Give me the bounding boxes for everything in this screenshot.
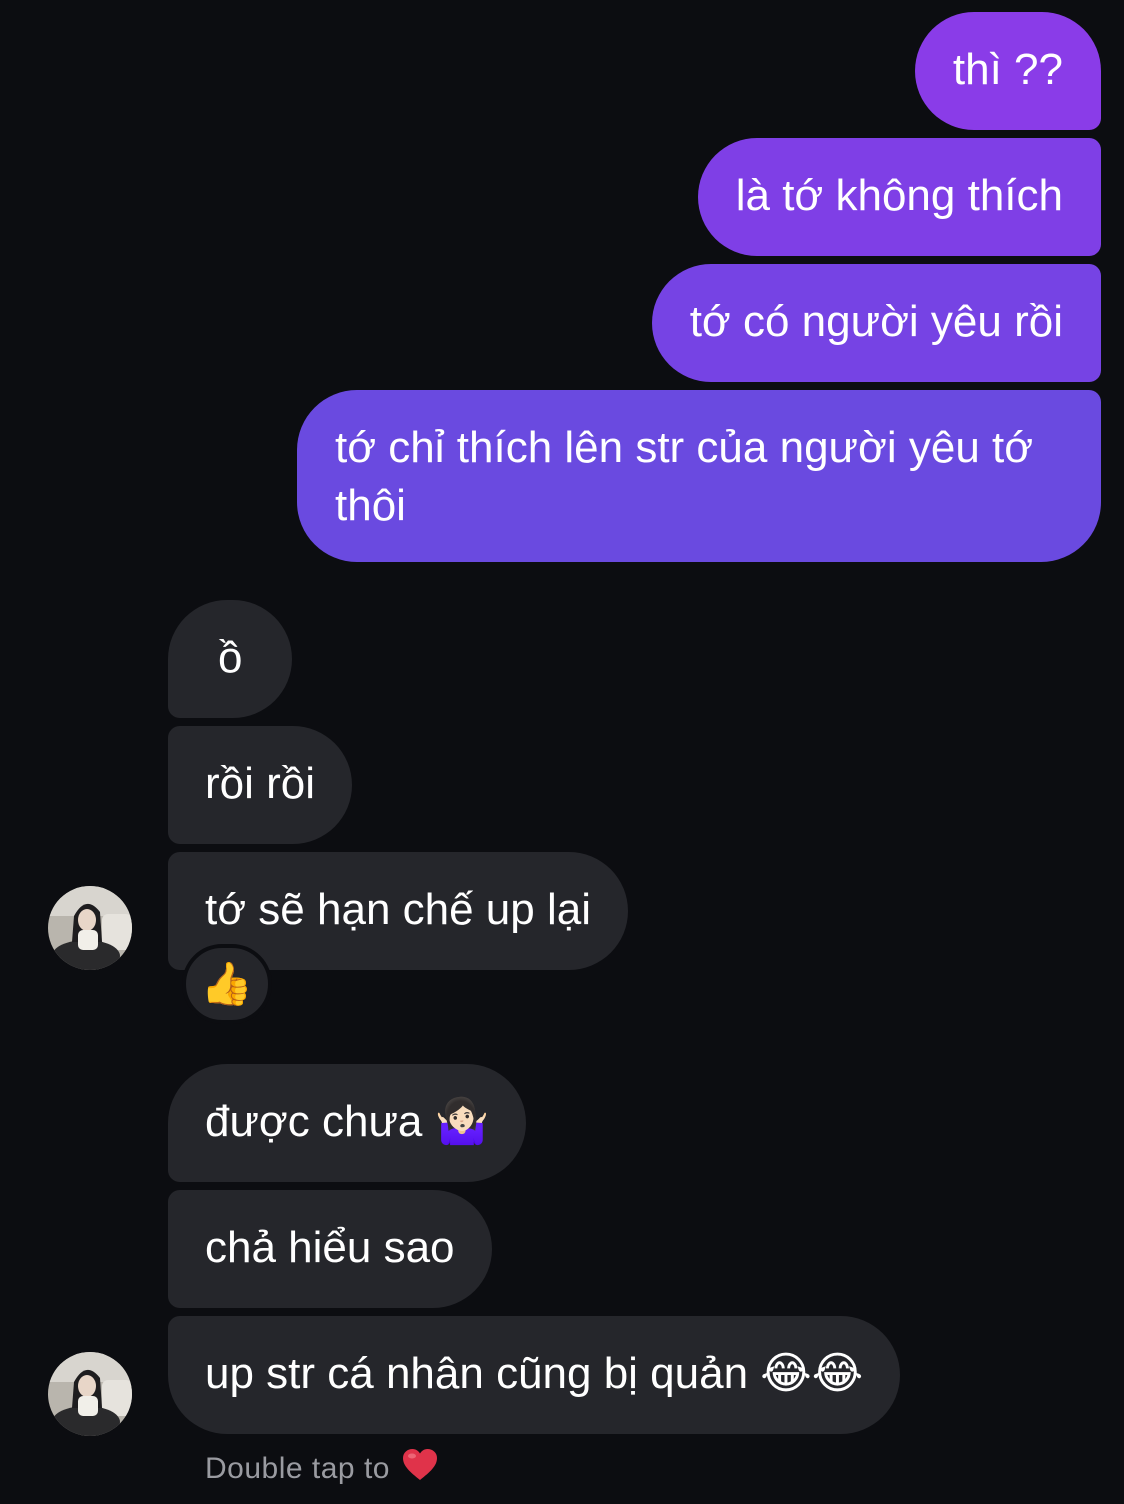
received-message-bubble[interactable]: up str cá nhân cũng bị quản 😂😂 [168,1316,901,1434]
message-text: tớ có người yêu rồi [689,297,1063,346]
message-text: là tớ không thích [735,171,1063,220]
message-text: được chưa 🤷🏻‍♀️ [205,1097,490,1146]
message-text: tớ chỉ thích lên str của người yêu tớ th… [335,423,1034,530]
message-text: rồi rồi [205,759,316,808]
contact-avatar[interactable] [48,886,132,970]
sent-message-bubble[interactable]: là tớ không thích [697,138,1101,256]
sent-message-bubble[interactable]: tớ chỉ thích lên str của người yêu tớ th… [297,390,1101,562]
received-message-bubble[interactable]: ồ [168,600,293,718]
double-tap-hint: Double tap to [205,1448,438,1490]
received-message-bubble[interactable]: được chưa 🤷🏻‍♀️ [168,1064,527,1182]
avatar-photo-icon [48,1352,132,1436]
thumbs-up-reaction-icon[interactable]: 👍 [182,944,272,1024]
message-text: thì ?? [952,45,1063,94]
sent-message-bubble[interactable]: thì ?? [914,12,1101,130]
avatar-photo-icon [48,886,132,970]
red-heart-icon [402,1448,438,1490]
sent-message-bubble[interactable]: tớ có người yêu rồi [651,264,1101,382]
message-text: tớ sẽ hạn chế up lại [205,885,591,934]
contact-avatar[interactable] [48,1352,132,1436]
message-text: ồ [218,633,243,682]
hint-text: Double tap to [205,1452,390,1485]
message-text: up str cá nhân cũng bị quản 😂😂 [205,1349,864,1398]
message-text: chả hiểu sao [205,1223,455,1272]
received-message-bubble[interactable]: chả hiểu sao [168,1190,492,1308]
received-message-bubble[interactable]: rồi rồi [168,726,353,844]
